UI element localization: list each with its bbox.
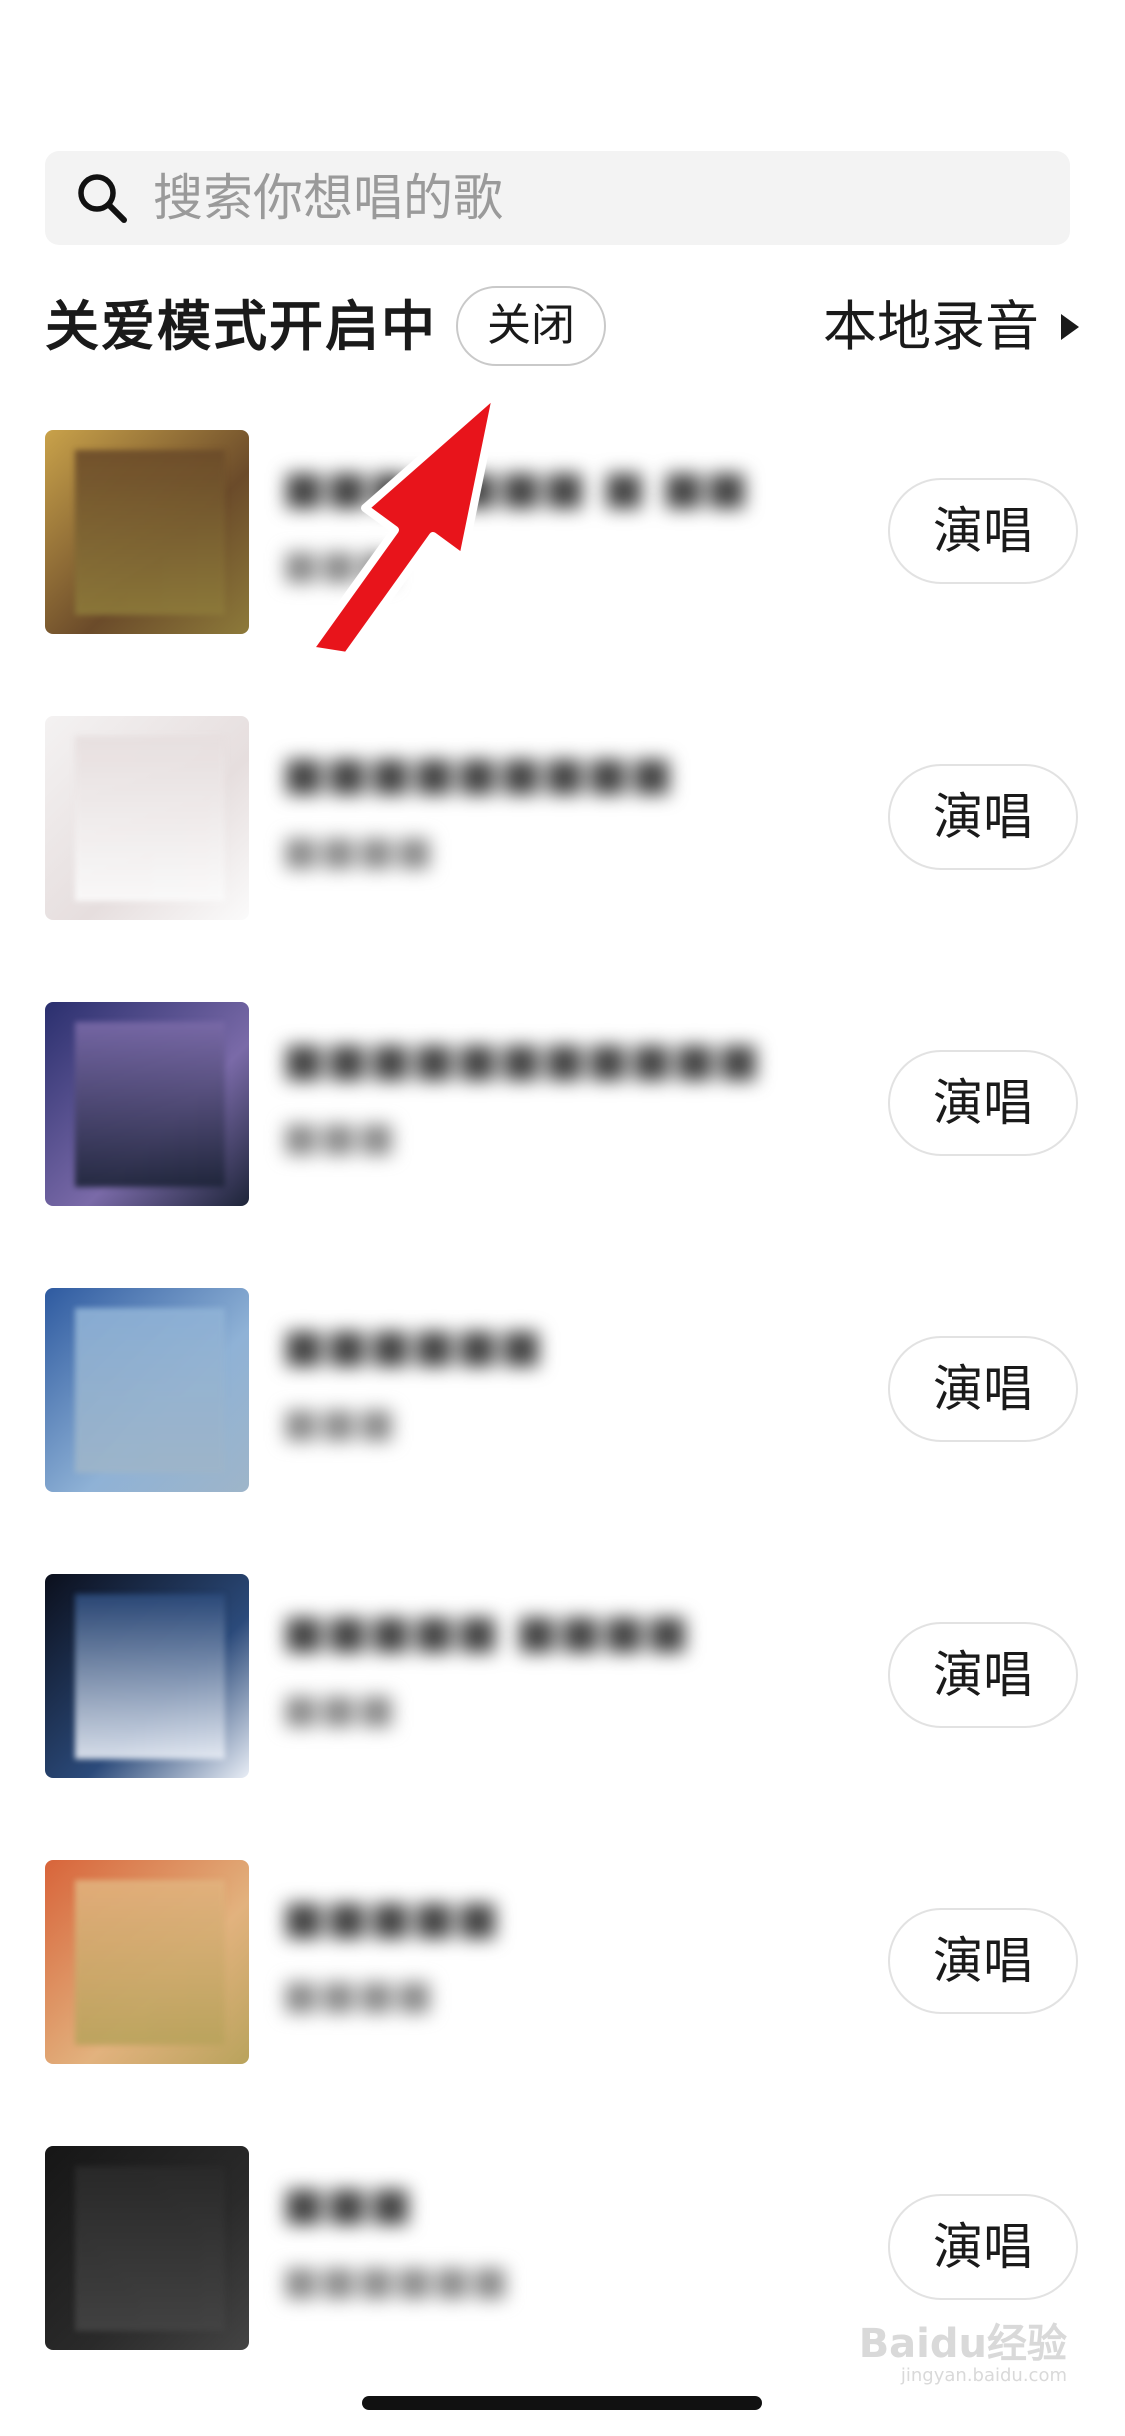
cover-blur-mask <box>75 450 225 615</box>
annotation-arrow-icon <box>305 388 501 660</box>
song-title[interactable]: ■■■■■■■■■ <box>282 746 673 800</box>
song-row[interactable]: ■■■■■■■■■■■ ■■■ 演唱 <box>0 1002 1125 1208</box>
sing-button[interactable]: 演唱 <box>888 1908 1078 2014</box>
song-title[interactable]: ■■■■■ ■■■■ <box>282 1604 689 1658</box>
song-title[interactable]: ■■■■■ <box>282 1890 499 1944</box>
song-artist: ■■■ <box>282 1114 396 1160</box>
cover-blur-mask <box>75 736 225 901</box>
local-recording-link[interactable]: 本地录音 <box>823 287 1079 367</box>
local-recording-label: 本地录音 <box>823 295 1039 358</box>
sing-button[interactable]: 演唱 <box>888 1050 1078 1156</box>
cover-blur-mask <box>75 1880 225 2045</box>
song-artist: ■■■■ <box>282 828 434 874</box>
sing-button[interactable]: 演唱 <box>888 478 1078 584</box>
sing-button[interactable]: 演唱 <box>888 2194 1078 2300</box>
chevron-right-icon <box>1061 314 1079 340</box>
song-row[interactable]: ■■■■■ ■■■■ ■■■ 演唱 <box>0 1574 1125 1780</box>
search-placeholder[interactable]: 搜索你想唱的歌 <box>153 151 503 245</box>
song-cover-image[interactable] <box>45 1860 249 2064</box>
care-mode-close-button[interactable]: 关闭 <box>456 286 606 366</box>
baidu-watermark: Baidu经验 jingyan.baidu.com <box>859 2322 1067 2386</box>
watermark-sub: jingyan.baidu.com <box>900 2365 1067 2386</box>
song-row[interactable]: ■■■■■■■■■演唱 <box>0 1860 1125 2066</box>
home-indicator[interactable] <box>362 2396 762 2410</box>
song-artist: ■■■ <box>282 1686 396 1732</box>
sing-button[interactable]: 演唱 <box>888 764 1078 870</box>
song-artist: ■■■■ <box>282 1972 434 2018</box>
cover-blur-mask <box>75 1022 225 1187</box>
cover-blur-mask <box>75 1308 225 1473</box>
song-cover-image[interactable] <box>45 430 249 634</box>
song-cover-image[interactable] <box>45 2146 249 2350</box>
song-title[interactable]: ■■■■■■■■■■■ <box>282 1032 760 1086</box>
song-title[interactable]: ■■■■■■ <box>282 1318 543 1372</box>
sing-button[interactable]: 演唱 <box>888 1336 1078 1442</box>
search-icon <box>78 174 127 223</box>
song-artist: ■■■ <box>282 1400 396 1446</box>
song-row[interactable]: ■■■■■■■ ■ ■■ ■■■ 演唱 <box>0 430 1125 636</box>
cover-blur-mask <box>75 2166 225 2331</box>
search-bar[interactable]: 搜索你想唱的歌 <box>45 151 1070 245</box>
song-artist: ■■■■■■ <box>282 2258 509 2304</box>
cover-blur-mask <box>75 1594 225 1759</box>
watermark-text: Baidu经验 <box>858 2321 1067 2367</box>
song-cover-image[interactable] <box>45 1574 249 1778</box>
song-cover-image[interactable] <box>45 1002 249 1206</box>
song-title[interactable]: ■■■ <box>282 2176 412 2230</box>
song-row[interactable]: ■■■■■■■■■演唱 <box>0 1288 1125 1494</box>
song-row[interactable]: ■■■■■■■■■ ■■■■ 演唱 <box>0 716 1125 922</box>
care-mode-title: 关爱模式开启中 <box>45 295 437 358</box>
song-cover-image[interactable] <box>45 716 249 920</box>
sing-button[interactable]: 演唱 <box>888 1622 1078 1728</box>
song-cover-image[interactable] <box>45 1288 249 1492</box>
